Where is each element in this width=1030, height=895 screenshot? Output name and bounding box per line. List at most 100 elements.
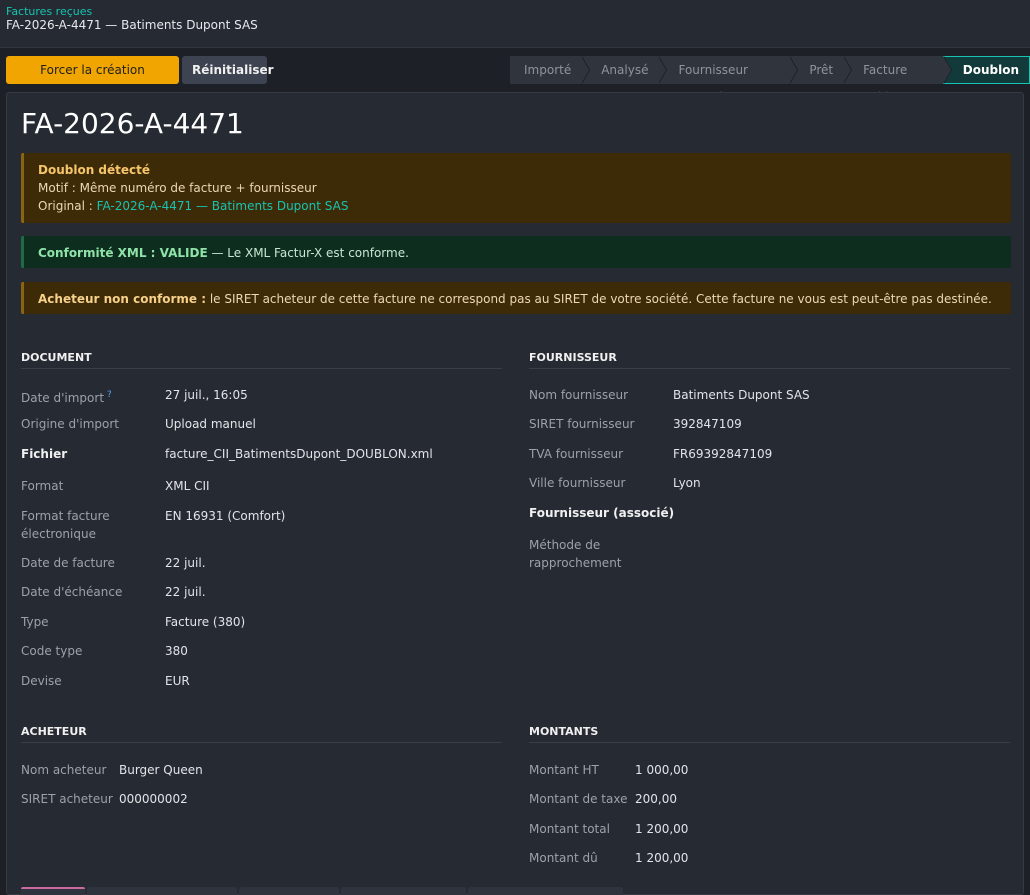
field-label: Format facture électronique bbox=[21, 509, 110, 541]
field-value: 000000002 bbox=[119, 792, 188, 806]
field-value: 1 200,00 bbox=[635, 822, 689, 836]
stage-invoice-created[interactable]: Facture créée bbox=[843, 56, 952, 105]
status-stages: Importé Analysé Fournisseur associé Prêt… bbox=[510, 56, 1030, 105]
field-import-origin: Origine d'import Upload manuel bbox=[21, 415, 502, 433]
field-format: Format XML CII bbox=[21, 477, 502, 495]
field-label: Devise bbox=[21, 674, 62, 688]
tab-active[interactable] bbox=[21, 887, 85, 895]
buyer-nonconformity-alert: Acheteur non conforme : le SIRET acheteu… bbox=[21, 282, 1011, 314]
field-label: Montant dû bbox=[529, 851, 598, 865]
field-type: Type Facture (380) bbox=[21, 613, 502, 631]
field-label: Fournisseur (associé) bbox=[529, 506, 675, 520]
field-value: 1 000,00 bbox=[635, 763, 689, 777]
field-supplier-linked: Fournisseur (associé) bbox=[529, 504, 1010, 522]
field-label: Méthode de rapprochement bbox=[529, 538, 622, 570]
field-value: 1 200,00 bbox=[635, 851, 689, 865]
stage-analyzed[interactable]: Analysé bbox=[581, 56, 668, 84]
field-currency: Devise EUR bbox=[21, 672, 502, 690]
field-label: Date d'import bbox=[21, 391, 105, 405]
buyer-section-heading: ACHETEUR bbox=[21, 725, 502, 743]
field-value: Burger Queen bbox=[119, 763, 203, 777]
duplicate-original-link[interactable]: FA-2026-A-4471 — Batiments Dupont SAS bbox=[97, 199, 349, 213]
buyer-nonconformity-text: le SIRET acheteur de cette facture ne co… bbox=[206, 292, 992, 306]
stage-imported[interactable]: Importé bbox=[510, 56, 591, 84]
bottom-tabs bbox=[21, 887, 625, 895]
amounts-section-heading: MONTANTS bbox=[529, 725, 1010, 743]
tab[interactable] bbox=[468, 887, 623, 895]
top-bar: Factures reçues FA-2026-A-4471 — Batimen… bbox=[0, 0, 1030, 48]
invoice-card: FA-2026-A-4471 Doublon détecté Motif : M… bbox=[6, 92, 1024, 895]
field-amount-total: Montant total 1 200,00 bbox=[529, 820, 1010, 838]
field-label: Code type bbox=[21, 644, 83, 658]
xml-conformity-status: Conformité XML : VALIDE bbox=[38, 246, 208, 260]
field-supplier-siret: SIRET fournisseur 392847109 bbox=[529, 415, 1010, 433]
field-value: EUR bbox=[165, 674, 190, 688]
duplicate-original-prefix: Original : bbox=[38, 199, 97, 213]
field-label: SIRET acheteur bbox=[21, 792, 113, 806]
field-value: EN 16931 (Comfort) bbox=[165, 509, 286, 523]
field-label: Montant HT bbox=[529, 763, 599, 777]
field-amount-due: Montant dû 1 200,00 bbox=[529, 849, 1010, 867]
field-buyer-name: Nom acheteur Burger Queen bbox=[21, 761, 502, 779]
field-value: 392847109 bbox=[673, 417, 742, 431]
duplicate-alert: Doublon détecté Motif : Même numéro de f… bbox=[21, 153, 1011, 223]
field-amount-tax: Montant de taxe 200,00 bbox=[529, 790, 1010, 808]
field-label: Type bbox=[21, 615, 49, 629]
field-label: Date de facture bbox=[21, 556, 115, 570]
field-import-date: Date d'import? 27 juil., 16:05 bbox=[21, 386, 502, 405]
field-value: 22 juil. bbox=[165, 585, 206, 599]
field-label: Fichier bbox=[21, 447, 68, 461]
field-value: 22 juil. bbox=[165, 556, 206, 570]
field-label: SIRET fournisseur bbox=[529, 417, 635, 431]
tab[interactable] bbox=[87, 887, 237, 895]
field-label: Format bbox=[21, 479, 64, 493]
field-value: 200,00 bbox=[635, 792, 677, 806]
field-label: Nom acheteur bbox=[21, 763, 107, 777]
field-invoice-date: Date de facture 22 juil. bbox=[21, 554, 502, 572]
document-section-heading: DOCUMENT bbox=[21, 351, 502, 369]
field-buyer-siret: SIRET acheteur 000000002 bbox=[21, 790, 502, 808]
page-title: FA-2026-A-4471 bbox=[21, 107, 244, 140]
field-label: Date d'échéance bbox=[21, 585, 123, 599]
field-value: FR69392847109 bbox=[673, 447, 773, 461]
field-value: 27 juil., 16:05 bbox=[165, 388, 248, 402]
field-file: Fichier facture_CII_BatimentsDupont_DOUB… bbox=[21, 445, 502, 463]
stage-duplicate-label: Doublon bbox=[962, 63, 1019, 77]
force-create-duplicate-button[interactable]: Forcer la création (doublon) bbox=[6, 56, 179, 105]
field-value: Batiments Dupont SAS bbox=[673, 388, 810, 402]
field-value: 380 bbox=[165, 644, 188, 658]
field-amount-ht: Montant HT 1 000,00 bbox=[529, 761, 1010, 779]
buyer-nonconformity-heading: Acheteur non conforme : bbox=[38, 292, 207, 306]
field-supplier-vat: TVA fournisseur FR69392847109 bbox=[529, 445, 1010, 463]
duplicate-alert-reason: Motif : Même numéro de facture + fournis… bbox=[38, 181, 317, 195]
field-label: Origine d'import bbox=[21, 417, 120, 431]
field-label: Nom fournisseur bbox=[529, 388, 629, 402]
xml-conformity-text: — Le XML Factur-X est conforme. bbox=[207, 246, 409, 260]
field-supplier-name: Nom fournisseur Batiments Dupont SAS bbox=[529, 386, 1010, 404]
field-label: Montant total bbox=[529, 822, 610, 836]
breadcrumb-current: FA-2026-A-4471 — Batiments Dupont SAS bbox=[6, 18, 258, 32]
supplier-section-heading: FOURNISSEUR bbox=[529, 351, 1010, 369]
help-icon[interactable]: ? bbox=[107, 390, 112, 400]
tab[interactable] bbox=[341, 887, 466, 895]
field-label: TVA fournisseur bbox=[529, 447, 624, 461]
tab[interactable] bbox=[239, 887, 339, 895]
xml-conformity-alert: Conformité XML : VALIDE — Le XML Factur-… bbox=[21, 236, 1011, 268]
action-bar: Forcer la création (doublon) Réinitialis… bbox=[0, 48, 1030, 105]
reset-button[interactable]: Réinitialiser bbox=[182, 56, 274, 84]
field-value: Upload manuel bbox=[165, 417, 256, 431]
field-type-code: Code type 380 bbox=[21, 642, 502, 660]
field-supplier-city: Ville fournisseur Lyon bbox=[529, 474, 1010, 492]
field-label: Montant de taxe bbox=[529, 792, 628, 806]
field-due-date: Date d'échéance 22 juil. bbox=[21, 583, 502, 601]
breadcrumb-parent-link[interactable]: Factures reçues bbox=[6, 5, 1024, 18]
field-value: Facture (380) bbox=[165, 615, 246, 629]
field-matching-method: Méthode de rapprochement bbox=[529, 536, 1010, 572]
stage-supplier-matched[interactable]: Fournisseur associé bbox=[658, 56, 799, 105]
file-name-value[interactable]: facture_CII_BatimentsDupont_DOUBLON.xml bbox=[165, 445, 433, 463]
field-einvoice-format: Format facture électronique EN 16931 (Co… bbox=[21, 507, 502, 543]
field-value: XML CII bbox=[165, 479, 210, 493]
field-label: Ville fournisseur bbox=[529, 476, 626, 490]
stage-duplicate-active[interactable]: Doublon bbox=[942, 56, 1030, 84]
field-value: Lyon bbox=[673, 476, 701, 490]
